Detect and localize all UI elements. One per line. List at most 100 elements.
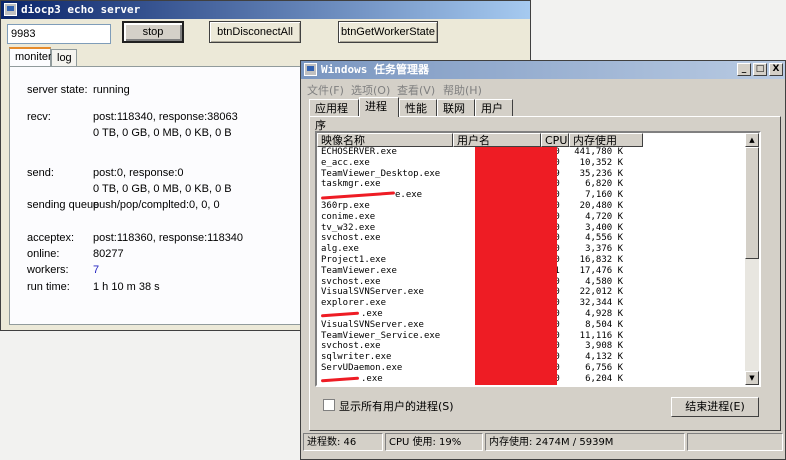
process-memory: 16,832 K: [579, 255, 623, 265]
menu-options[interactable]: 选项(O): [351, 82, 390, 98]
port-input[interactable]: 9983: [7, 24, 111, 44]
tab-performance[interactable]: 性能: [399, 99, 437, 117]
process-name: e.exe: [395, 190, 423, 201]
recv-counts: post:118340, response:38063: [93, 111, 238, 123]
redaction-scribble: [320, 376, 360, 383]
tab-moniter[interactable]: moniter: [9, 47, 52, 66]
status-memory-usage: 内存使用: 2474M / 5939M: [485, 433, 685, 451]
tab-log[interactable]: log: [51, 49, 77, 66]
scroll-down-icon[interactable]: ▼: [745, 371, 759, 385]
send-label: send:: [27, 167, 54, 179]
stop-button[interactable]: stop: [122, 21, 184, 43]
send-bytes: 0 TB, 0 GB, 0 MB, 0 KB, 0 B: [93, 183, 232, 195]
process-memory: 4,928 K: [585, 309, 623, 319]
process-memory: 7,160 K: [585, 190, 623, 201]
process-memory: 3,908 K: [585, 341, 623, 352]
process-memory: 3,376 K: [585, 244, 623, 255]
task-manager-window: Windows 任务管理器 _ □ X 文件(F) 选项(O) 查看(V) 帮助…: [300, 60, 786, 460]
process-memory: 35,236 K: [579, 168, 623, 179]
process-name: VisualSVNServer.exe: [321, 319, 424, 330]
process-name: Project1.exe: [321, 255, 387, 265]
process-memory: 8,504 K: [585, 319, 623, 330]
column-cpu[interactable]: CPU: [541, 133, 569, 147]
taskmgr-title: Windows 任务管理器: [321, 63, 429, 76]
taskmgr-icon: [304, 63, 317, 76]
process-memory: 441,780 K: [574, 147, 623, 157]
menu-file[interactable]: 文件(F): [307, 82, 344, 98]
online-value: 80277: [93, 248, 124, 260]
process-name: explorer.exe: [321, 298, 387, 309]
workers-value: 7: [93, 264, 100, 276]
scroll-up-icon[interactable]: ▲: [745, 133, 759, 147]
show-all-users-label: 显示所有用户的进程(S): [339, 400, 454, 413]
process-memory: 4,920 K: [585, 385, 623, 386]
online-label: online:: [27, 248, 60, 260]
process-name: TeamViewer_Service.exe: [321, 330, 441, 341]
process-name: ECHOSERVER.exe: [321, 147, 397, 157]
column-memory[interactable]: 内存使用: [569, 133, 643, 147]
app-icon: [4, 3, 17, 16]
redaction-block: [475, 147, 557, 385]
process-memory: 3,400 K: [585, 222, 623, 233]
sending-queue-label: sending queue: [27, 199, 100, 211]
disconnect-all-button[interactable]: btnDisconectAll: [209, 21, 301, 43]
acceptex-label: acceptex:: [27, 232, 75, 244]
process-memory: 4,580 K: [585, 276, 623, 287]
run-time-value: 1 h 10 m 38 s: [93, 281, 160, 293]
process-name: TeamViewer.exe: [321, 265, 397, 276]
menu-bar: 文件(F) 选项(O) 查看(V) 帮助(H): [301, 80, 785, 97]
server-state-label: server state:: [27, 84, 88, 96]
process-list-scrollbar[interactable]: ▲ ▼: [745, 133, 759, 385]
recv-label: recv:: [27, 111, 51, 123]
server-title-bar[interactable]: diocp3 echo server: [1, 1, 530, 19]
process-name: svchost.exe: [321, 276, 381, 287]
close-icon[interactable]: X: [769, 63, 783, 76]
status-process-count: 进程数: 46: [303, 433, 383, 451]
process-name: conime.exe: [321, 211, 376, 222]
process-memory: 4,132 K: [585, 352, 623, 363]
process-memory: 17,476 K: [579, 265, 623, 276]
minimize-icon[interactable]: _: [737, 63, 751, 76]
taskmgr-title-bar[interactable]: Windows 任务管理器 _ □ X: [301, 61, 785, 79]
sending-queue-value: push/pop/complted:0, 0, 0: [93, 199, 220, 211]
maximize-icon[interactable]: □: [753, 63, 767, 76]
process-name: TeamViewer_Desktop.exe: [321, 168, 441, 179]
menu-help[interactable]: 帮助(H): [443, 82, 482, 98]
process-name: VisualSVNServer.exe: [321, 287, 424, 298]
process-name: taskmgr.exe: [321, 179, 381, 190]
workers-label: workers:: [27, 264, 69, 276]
process-name: .exe: [361, 309, 383, 319]
process-memory: 22,012 K: [579, 287, 623, 298]
tab-networking[interactable]: 联网: [437, 99, 475, 117]
tab-applications[interactable]: 应用程序: [309, 99, 359, 132]
send-counts: post:0, response:0: [93, 167, 184, 179]
recv-bytes: 0 TB, 0 GB, 0 MB, 0 KB, 0 B: [93, 127, 232, 139]
tab-processes[interactable]: 进程: [359, 97, 399, 117]
process-list[interactable]: 映像名称 用户名 CPU 内存使用 ECHOSERVER.exe00441,78…: [315, 131, 761, 387]
process-memory: 20,480 K: [579, 201, 623, 211]
column-image-name[interactable]: 映像名称: [317, 133, 453, 147]
process-memory: 4,556 K: [585, 233, 623, 244]
process-memory: 4,720 K: [585, 211, 623, 222]
redaction-scribble: [320, 191, 396, 200]
acceptex-value: post:118360, response:118340: [93, 232, 244, 244]
process-name: e_acc.exe: [321, 157, 370, 168]
process-name: tv_w32.exe: [321, 222, 376, 233]
process-memory: 6,820 K: [585, 179, 623, 190]
end-process-button[interactable]: 结束进程(E): [671, 397, 759, 417]
column-user-name[interactable]: 用户名: [453, 133, 541, 147]
server-state-value: running: [93, 84, 130, 96]
status-empty: [687, 433, 783, 451]
show-all-users-checkbox[interactable]: [323, 399, 335, 411]
menu-view[interactable]: 查看(V): [397, 82, 435, 98]
tab-users[interactable]: 用户: [475, 99, 513, 117]
get-worker-state-button[interactable]: btnGetWorkerState: [338, 21, 438, 43]
process-name: 360rp.exe: [321, 201, 370, 211]
process-memory: 6,204 K: [585, 373, 623, 384]
process-name: .exe: [361, 373, 383, 384]
process-name: ctfmon.exe: [321, 385, 375, 386]
status-cpu-usage: CPU 使用: 19%: [385, 433, 483, 451]
run-time-label: run time:: [27, 281, 70, 293]
scroll-thumb[interactable]: [745, 147, 759, 259]
process-name: svchost.exe: [321, 233, 381, 244]
